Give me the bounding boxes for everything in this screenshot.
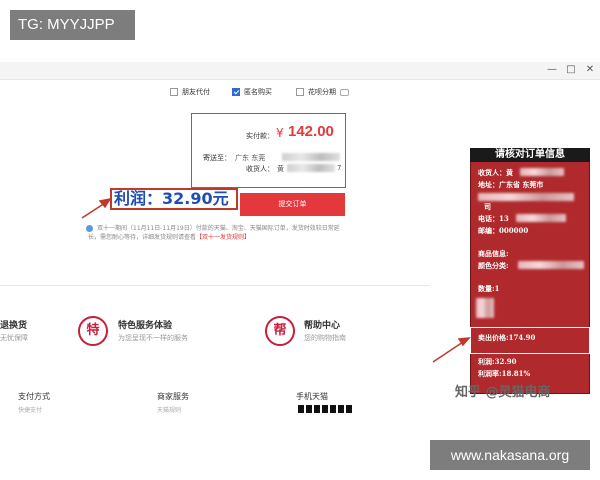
sell-price-arrow xyxy=(432,337,471,363)
annotation-arrows xyxy=(81,197,471,363)
profit-arrow xyxy=(81,197,112,219)
watermark: www.nakasana.org xyxy=(430,440,590,470)
